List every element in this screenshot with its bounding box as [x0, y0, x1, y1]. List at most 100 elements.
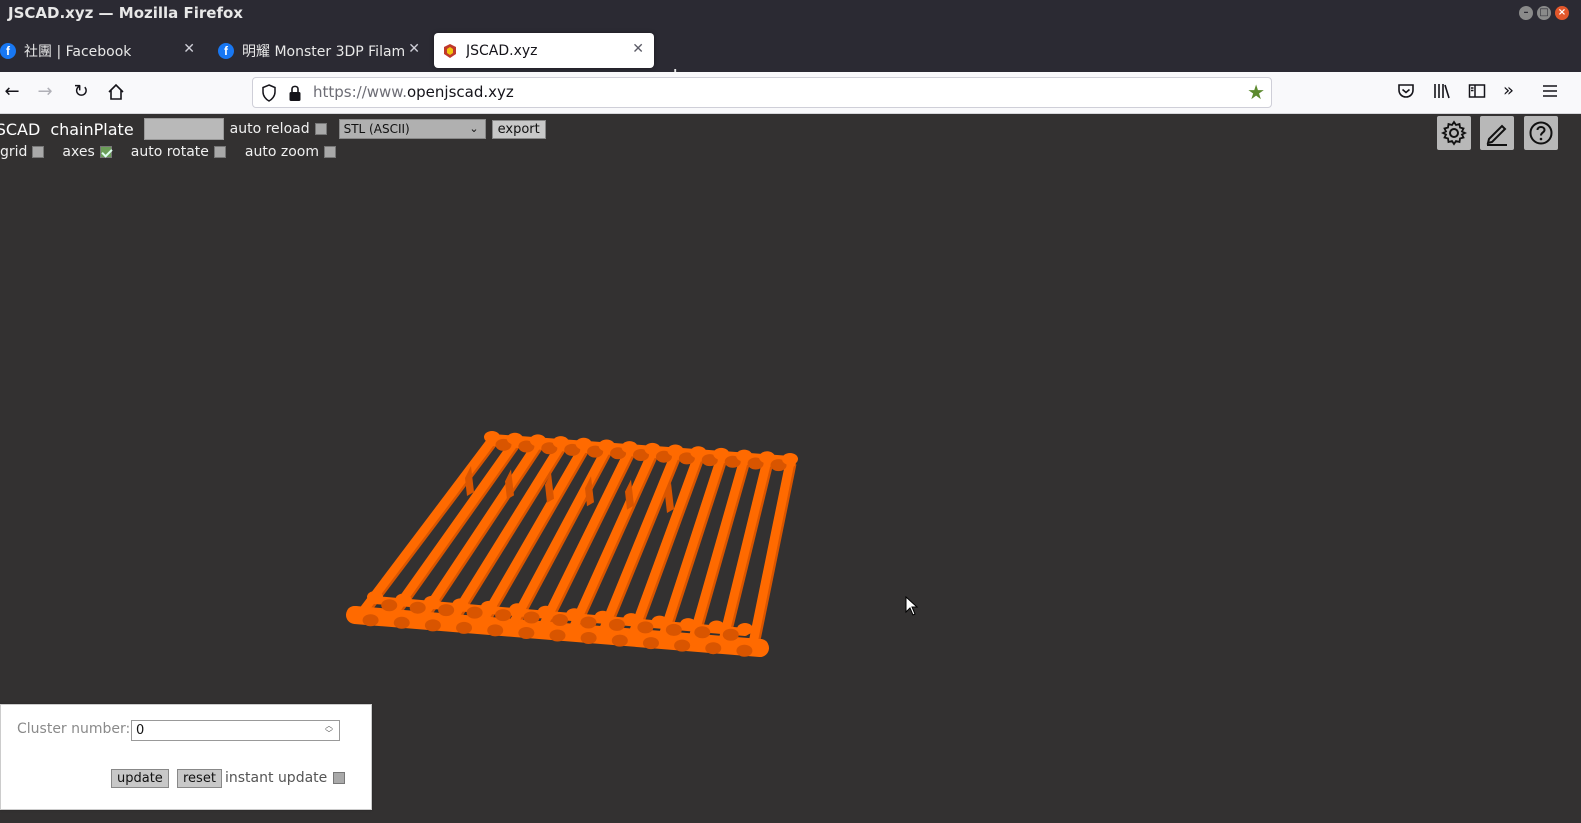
tab-jscad[interactable]: JSCAD.xyz ✕: [434, 33, 654, 68]
chain-link: [509, 603, 526, 616]
chain-link: [466, 606, 483, 619]
chain-link: [487, 624, 504, 637]
chain-link: [642, 637, 659, 650]
chain-link: [452, 598, 469, 611]
parameters-panel: Cluster number: 0 ︿ ﹀ update reset instan…: [0, 704, 372, 810]
cluster-number-value: 0: [136, 723, 145, 738]
design-file-input[interactable]: [143, 118, 224, 140]
facebook-icon: f: [0, 42, 16, 59]
home-icon[interactable]: [104, 80, 128, 104]
jscad-brand: JSCAD: [0, 119, 41, 139]
chain-link: [674, 639, 691, 652]
auto-rotate-checkbox[interactable]: [213, 146, 226, 158]
forward-icon[interactable]: →: [33, 80, 57, 104]
stepper-icon[interactable]: ︿ ﹀: [325, 722, 333, 738]
auto-reload-checkbox[interactable]: [314, 123, 327, 135]
chain-link: [565, 623, 582, 636]
menu-icon[interactable]: [1540, 81, 1562, 103]
bookmark-star-icon[interactable]: ★: [1247, 81, 1265, 103]
window-title-bar: JSCAD.xyz — Mozilla Firefox – □ ×: [0, 0, 1581, 28]
maximize-icon[interactable]: □: [1537, 6, 1551, 20]
chain-link: [456, 621, 473, 634]
chain-rod: [416, 440, 542, 623]
chain-link: [594, 610, 611, 623]
reload-icon[interactable]: ↻: [69, 80, 93, 104]
chain-link: [611, 634, 628, 647]
window-title: JSCAD.xyz — Mozilla Firefox: [8, 4, 243, 22]
chain-link: [423, 595, 440, 608]
chain-link: [680, 618, 697, 631]
grid-checkbox[interactable]: [32, 146, 45, 158]
chain-link: [537, 605, 554, 618]
chain-link: [518, 626, 535, 639]
chain-link: [395, 593, 412, 606]
cluster-number-label: Cluster number:: [17, 721, 131, 737]
url-text[interactable]: https://www.openjscad.xyz: [313, 83, 514, 101]
chain-link: [651, 615, 668, 628]
close-tab-icon[interactable]: ✕: [408, 41, 420, 57]
chain-link: [722, 628, 739, 641]
pencil-icon: [1486, 124, 1507, 146]
chain-link: [580, 632, 597, 645]
axes-checkbox[interactable]: [99, 146, 112, 158]
tab-monster-filament[interactable]: f 明耀 Monster 3DP Filam ✕: [218, 33, 424, 68]
instant-update-option: instant update: [225, 770, 346, 786]
chain-link: [608, 618, 625, 631]
url-prefix: https://www.: [313, 83, 407, 101]
instant-update-checkbox[interactable]: [333, 772, 346, 784]
tab-label: 明耀 Monster 3DP Filam: [242, 43, 404, 60]
chain-link: [665, 623, 682, 636]
help-icon: [1529, 121, 1553, 145]
editor-button[interactable]: [1480, 116, 1514, 150]
tab-strip: f 社團 | Facebook ✕ f 明耀 Monster 3DP Filam…: [0, 28, 1581, 88]
auto-zoom-label: auto zoom: [244, 144, 319, 160]
close-tab-icon[interactable]: ✕: [632, 41, 644, 57]
chain-link: [708, 620, 725, 633]
sidebar-icon[interactable]: [1467, 81, 1489, 103]
settings-button[interactable]: [1437, 116, 1471, 150]
minimize-icon[interactable]: –: [1519, 6, 1533, 20]
export-format-select[interactable]: STL (ASCII) ⌄: [338, 119, 486, 139]
url-bar[interactable]: https://www.openjscad.xyz ★: [252, 77, 1272, 108]
chain-link: [596, 626, 613, 639]
chain-link: [737, 623, 753, 635]
close-tab-icon[interactable]: ✕: [183, 41, 195, 57]
window-controls: – □ ×: [1519, 6, 1569, 20]
auto-zoom-checkbox[interactable]: [324, 146, 336, 158]
chain-link: [580, 616, 597, 629]
chain-link: [495, 609, 512, 622]
chain-link: [694, 626, 711, 639]
overflow-chevron-icon[interactable]: »: [1503, 81, 1525, 103]
pocket-icon[interactable]: [1396, 81, 1418, 103]
chain-link: [533, 621, 550, 634]
chain-link: [393, 616, 410, 629]
url-domain: openjscad.xyz: [406, 83, 514, 101]
chain-link: [409, 601, 426, 614]
jscad-toolbar: JSCAD chainPlate auto reload STL (ASCII)…: [0, 118, 546, 140]
chain-link: [623, 613, 640, 626]
chain-link: [381, 599, 398, 612]
view-options: grid axes auto rotate auto zoom: [0, 144, 336, 160]
gear-icon: [1441, 120, 1467, 146]
cluster-number-input[interactable]: 0 ︿ ﹀: [131, 720, 340, 741]
chain-link: [523, 611, 540, 624]
back-icon[interactable]: ←: [0, 80, 24, 104]
navigation-bar: ← → ↻ https://www.openjscad.xyz ★ »: [0, 72, 1581, 114]
export-format-value: STL (ASCII): [343, 122, 410, 136]
reset-button[interactable]: reset: [177, 769, 222, 788]
chain-link: [705, 642, 722, 655]
jscad-logo-icon: [442, 43, 458, 59]
export-button[interactable]: export: [491, 119, 546, 139]
chain-link: [424, 619, 441, 632]
close-window-icon[interactable]: ×: [1555, 6, 1569, 20]
tracking-shield-icon[interactable]: [261, 84, 277, 106]
library-icon[interactable]: [1432, 81, 1454, 103]
chain-link: [438, 604, 455, 617]
help-button[interactable]: [1524, 116, 1558, 150]
tab-facebook-group[interactable]: f 社團 | Facebook ✕: [0, 33, 205, 68]
chain-link: [552, 614, 568, 626]
chain-link: [362, 614, 379, 627]
lock-icon[interactable]: [288, 84, 302, 106]
update-button[interactable]: update: [111, 769, 169, 788]
auto-rotate-label: auto rotate: [130, 144, 209, 160]
